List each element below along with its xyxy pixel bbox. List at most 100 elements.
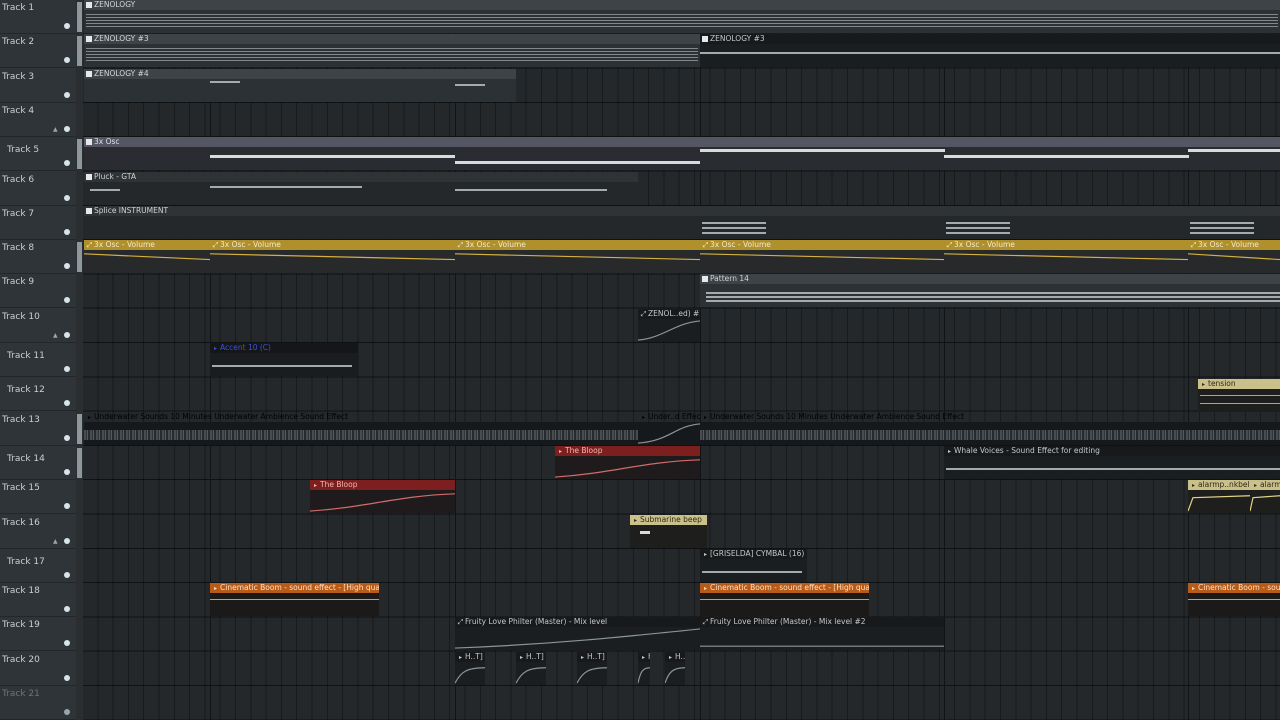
clip-title[interactable]: ▸Cinematic Boom - sound [1188,583,1280,594]
track-enable-led[interactable] [64,331,70,338]
track-resize-grips[interactable] [76,0,83,720]
clip-audio[interactable]: ▸Cinematic Boom - sound [1188,583,1280,617]
track-header[interactable]: Track 9 [0,274,76,309]
clip-audio[interactable]: ▸ Accent 10 (C) [210,343,358,376]
track-enable-led[interactable] [64,709,70,715]
clip-audio[interactable]: ▸ tension [1198,379,1280,413]
track-enable-led[interactable] [64,571,70,578]
clip-pattern[interactable]: 3x Osc [84,137,1280,171]
clip-title[interactable]: Splice INSTRUMENT [84,205,1280,216]
track-grip[interactable] [77,2,82,32]
track-name[interactable]: Track 19 [2,620,40,630]
track-header[interactable]: Track 7 [0,206,76,240]
clip-automation[interactable]: ⤢ 3x Osc - Volume [210,240,455,274]
track-name[interactable]: Track 3 [2,72,34,82]
clip-title[interactable]: ZENOLOGY #3 [700,34,1280,45]
clip-audio[interactable]: ▸H..T] [665,651,685,685]
clip-title[interactable]: 3x Osc [84,137,1280,148]
clip-title[interactable]: ▸ Underwater Sounds 10 Minutes Underwater… [84,412,638,422]
clip-title[interactable]: Pluck - GTA [84,171,638,182]
track-header[interactable]: Track 14 [0,446,76,480]
clip-title[interactable]: ⤢ ZENOL..ed) #2 [638,308,700,319]
track-name[interactable]: Track 2 [2,37,34,47]
track-name[interactable]: Track 16 [2,518,40,528]
track-grip[interactable] [77,36,82,66]
arrangement-area[interactable]: ZENOLOGY ZENOLOGY #3 ZENOLOGY #3 ZENOLOGY #… [83,0,1280,720]
track-enable-led[interactable] [64,674,70,681]
track-name[interactable]: Track 7 [2,209,34,219]
track-header[interactable]: Track 12 [0,377,76,412]
clip-title[interactable]: ▸ alarm [1250,480,1280,491]
clip-audio[interactable]: ▸ Submarine beep [630,514,707,548]
track-header[interactable]: Track 6 [0,172,76,206]
clip-title[interactable]: ▸ Underwater Sounds 10 Minutes Underwater… [700,412,1280,422]
track-name[interactable]: Track 14 [7,454,45,464]
track-enable-led[interactable] [64,23,70,29]
clip-audio[interactable]: ▸H..T] [516,651,546,685]
track-grip[interactable] [77,448,82,478]
track-header[interactable]: Track 1 [0,0,76,34]
track-header[interactable]: Track 21 [0,686,76,720]
clip-title[interactable]: ⤢ 3x Osc - Volume [210,240,455,251]
track-header[interactable]: Track 20 [0,652,76,686]
clip-title[interactable]: ⤢ 3x Osc - Volume [84,240,210,251]
track-name[interactable]: Track 12 [7,385,45,395]
clip-automation[interactable]: ⤢ Fruity Love Philter (Master) - Mix leve… [700,617,944,651]
clip-title[interactable]: ▸ Submarine beep [630,514,707,525]
track-name[interactable]: Track 4 [2,106,34,116]
clip-pattern[interactable]: Splice INSTRUMENT [84,205,1280,239]
clip-audio[interactable]: ▸ alarmp..nkbell [1188,480,1250,514]
clip-title[interactable]: ⤢ 3x Osc - Volume [1188,240,1280,251]
clip-title[interactable]: ▸ The Bloop [310,480,455,491]
clip-title[interactable]: ▸H..T] [577,651,607,662]
track-header[interactable]: Track 11 [0,343,76,377]
track-name[interactable]: Track 18 [2,586,40,596]
clip-title[interactable]: ▸H..T] [638,651,650,662]
track-name[interactable]: Track 1 [2,3,34,13]
track-header[interactable]: Track 18 [0,583,76,618]
clip-pattern[interactable]: ZENOLOGY #4 [84,68,516,102]
track-header[interactable]: Track 3 [0,69,76,103]
track-enable-led[interactable] [64,537,70,544]
track-grip[interactable] [77,139,82,169]
track-enable-led[interactable] [64,125,70,132]
clip-pattern[interactable]: Pluck - GTA [84,171,638,205]
track-enable-led[interactable] [64,400,70,407]
track-name[interactable]: Track 6 [2,175,34,185]
track-enable-led[interactable] [64,57,70,64]
clip-title[interactable]: ▸ Whale Voices - Sound Effect for editing [944,445,1280,456]
fold-icon[interactable]: ▲ [53,538,58,545]
clip-title[interactable]: ▸H..T] [516,651,546,662]
clip-title[interactable]: ZENOLOGY [84,0,1280,10]
track-header[interactable]: Track 19 [0,617,76,652]
clip-audio[interactable]: ▸ [GRISELDA] CYMBAL (16) [700,548,807,582]
track-enable-led[interactable] [64,228,70,235]
track-header[interactable]: Track 13 [0,412,76,446]
track-enable-led[interactable] [64,468,70,475]
track-name[interactable]: Track 13 [2,415,40,425]
clip-audio[interactable]: ▸ The Bloop [555,445,700,479]
track-name[interactable]: Track 17 [7,557,45,567]
clip-audio[interactable]: ▸H..T] [455,651,485,685]
clip-audio[interactable]: ▸ Under..d Effect [638,412,700,445]
clip-title[interactable]: ⤢ Fruity Love Philter (Master) - Mix leve… [455,617,700,628]
track-header[interactable]: Track 5 [0,137,76,172]
clip-pattern[interactable]: ZENOLOGY #3 [84,34,700,68]
track-name[interactable]: Track 21 [2,689,40,699]
track-name[interactable]: Track 11 [7,351,45,361]
clip-title[interactable]: ▸ Under..d Effect [638,412,700,422]
fold-icon[interactable]: ▲ [53,332,58,339]
track-enable-led[interactable] [64,263,70,270]
clip-title[interactable]: ▸ Cinematic Boom - sound effect - [High q… [210,583,379,594]
track-enable-led[interactable] [64,640,70,647]
track-name[interactable]: Track 20 [2,655,40,665]
clip-automation[interactable]: ⤢ Fruity Love Philter (Master) - Mix leve… [455,617,700,651]
clip-title[interactable]: ▸H..T] [665,651,685,662]
clip-title[interactable]: ▸ The Bloop [555,445,700,456]
clip-automation[interactable]: ⤢ 3x Osc - Volume [944,240,1188,274]
clip-title[interactable]: ⤢ 3x Osc - Volume [700,240,944,251]
clip-automation[interactable]: ⤢ 3x Osc - Volume [700,240,944,274]
clip-title[interactable]: ▸ alarmp..nkbell [1188,480,1250,491]
track-header[interactable]: Track 4 ▲ [0,103,76,137]
track-name[interactable]: Track 10 [2,312,40,322]
